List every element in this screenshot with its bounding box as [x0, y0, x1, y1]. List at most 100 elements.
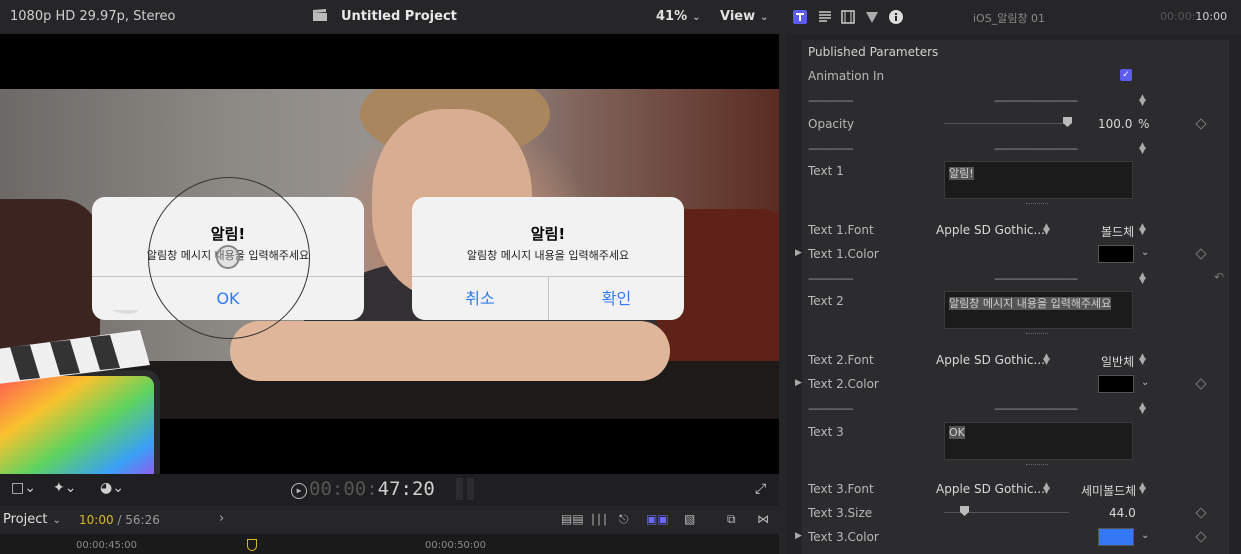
alert-title: 알림!: [530, 225, 566, 243]
disclosure-triangle-icon[interactable]: ▶: [795, 378, 802, 388]
stepper-icon[interactable]: ▲ ▼: [1139, 482, 1146, 496]
text3-label: Text 3: [808, 425, 844, 439]
clip-appearance-icon[interactable]: ▧: [684, 512, 695, 526]
pause-indicator: [456, 478, 476, 500]
final-cut-pro-logo: [0, 310, 160, 480]
timeline-time: 10:00 / 56:26: [79, 513, 160, 527]
format-label: 1080p HD 29.97p, Stereo: [10, 9, 176, 24]
duplicate-icon[interactable]: ⧉: [727, 512, 736, 527]
transform-tool-icon[interactable]: □⌄: [11, 480, 36, 496]
onscreen-control-center[interactable]: [216, 245, 240, 269]
chevron-down-icon[interactable]: ⌄: [1141, 530, 1149, 541]
viewer-header: 1080p HD 29.97p, Stereo Untitled Project…: [0, 0, 779, 34]
text2-field[interactable]: 알림창 메시지 내용을 입력해주세요: [944, 291, 1133, 329]
headphones-icon[interactable]: ⎋: [619, 512, 629, 527]
stepper-icon[interactable]: ▲ ▼: [1139, 94, 1146, 108]
text2-font-popup[interactable]: Apple SD Gothic...: [936, 353, 1045, 367]
chevron-down-icon: ⌄: [52, 515, 61, 526]
current-time: 10:00: [79, 513, 114, 527]
opacity-value[interactable]: 100.0: [1098, 117, 1132, 131]
clip-duration: 00:00:10:00: [1160, 10, 1227, 23]
dash-label: ---------------: [808, 142, 854, 155]
final-cut-pro-window: 1080p HD 29.97p, Stereo Untitled Project…: [0, 0, 1241, 554]
disclosure-triangle-icon[interactable]: ▶: [795, 531, 802, 541]
revert-icon[interactable]: ↶: [1214, 270, 1224, 284]
enhance-wand-icon[interactable]: ✦⌄: [53, 480, 76, 496]
view-label: View: [720, 9, 756, 24]
text1-weight-popup[interactable]: 볼드체: [1101, 223, 1134, 240]
text1-value: 알림!: [949, 167, 974, 180]
opacity-slider[interactable]: [944, 123, 1069, 124]
alert-cancel-button[interactable]: 취소: [412, 277, 548, 320]
project-label: Project: [3, 512, 48, 527]
inspector-pane: iOS_알림창 01 00:00:10:00 Published Paramet…: [786, 0, 1241, 554]
resize-grip[interactable]: [1026, 464, 1048, 466]
stepper-icon[interactable]: ▲ ▼: [1139, 353, 1146, 367]
text-inspector-icon[interactable]: [818, 10, 832, 24]
text2-weight-popup[interactable]: 일반체: [1101, 353, 1134, 370]
clip-skimming-icon[interactable]: ▤▤: [561, 512, 584, 526]
alert-confirm-button[interactable]: 확인: [549, 277, 684, 320]
project-title: Untitled Project: [341, 9, 457, 24]
text3-size-value[interactable]: 44.0: [1109, 506, 1136, 520]
animation-in-checkbox[interactable]: ✓: [1120, 69, 1132, 81]
filter-inspector-icon[interactable]: [865, 10, 879, 24]
clip-duration-dim: 00:00:: [1160, 10, 1196, 23]
stepper-icon[interactable]: ▲ ▼: [1043, 353, 1050, 367]
chevron-down-icon[interactable]: ⌄: [1141, 377, 1149, 388]
audio-waveform-icon[interactable]: ∣∣∣: [590, 512, 608, 526]
timecode-value: 47:20: [377, 478, 435, 500]
stepper-icon[interactable]: ▲ ▼: [1139, 272, 1146, 286]
text3-field[interactable]: OK: [944, 422, 1133, 460]
section-title: Published Parameters: [808, 45, 939, 59]
chevron-right-icon[interactable]: ›: [219, 511, 224, 526]
play-icon[interactable]: ▶: [291, 483, 307, 499]
text1-field[interactable]: 알림!: [944, 161, 1133, 199]
stepper-icon[interactable]: ▲ ▼: [1139, 223, 1146, 237]
alert-confirm: 알림! 알림창 메시지 내용을 입력해주세요 취소 확인: [412, 197, 684, 320]
resize-grip[interactable]: [1026, 203, 1048, 205]
transitions-icon[interactable]: ⋈: [757, 512, 769, 526]
fullscreen-icon[interactable]: ⤢: [755, 481, 766, 497]
stepper-icon[interactable]: ▲ ▼: [1139, 402, 1146, 416]
text1-color-swatch[interactable]: [1098, 245, 1134, 263]
text3-font-label: Text 3.Font: [808, 482, 874, 496]
project-menu[interactable]: Project ⌄: [3, 512, 61, 527]
resize-grip[interactable]: [1026, 333, 1048, 335]
duration: / 56:26: [117, 513, 160, 527]
timeline-ruler[interactable]: 00:00:45:00 00:00:50:00: [0, 534, 779, 554]
clip-name: iOS_알림창 01: [973, 12, 1046, 25]
text3-weight-popup[interactable]: 세미볼드체: [1081, 482, 1136, 499]
video-inspector-icon[interactable]: [841, 10, 855, 24]
dash-popup[interactable]: ----------------------------: [994, 94, 1078, 107]
disclosure-triangle-icon[interactable]: ▶: [795, 248, 802, 258]
dash-popup[interactable]: ----------------------------: [994, 272, 1078, 285]
boy-arms: [230, 321, 670, 381]
stepper-icon[interactable]: ▲ ▼: [1043, 223, 1050, 237]
timecode-display[interactable]: ▶ 00:00:47:20: [291, 478, 435, 500]
playhead[interactable]: [247, 539, 257, 551]
chevron-down-icon[interactable]: ⌄: [1141, 247, 1149, 258]
title-inspector-icon[interactable]: [793, 10, 807, 24]
retime-speed-icon[interactable]: ◕⌄: [100, 480, 124, 496]
stepper-icon[interactable]: ▲ ▼: [1043, 482, 1050, 496]
snapping-icon[interactable]: ▣▣: [646, 512, 669, 526]
pane-divider[interactable]: [779, 0, 786, 554]
text2-font-label: Text 2.Font: [808, 353, 874, 367]
alert-message: 알림창 메시지 내용을 입력해주세요: [466, 249, 630, 262]
stepper-icon[interactable]: ▲ ▼: [1139, 142, 1146, 156]
clip-duration-value: 10:00: [1195, 10, 1228, 23]
text3-color-swatch[interactable]: [1098, 528, 1134, 546]
info-inspector-icon[interactable]: [889, 10, 903, 24]
timecode-dim: 00:00:: [309, 478, 378, 500]
text2-color-swatch[interactable]: [1098, 375, 1134, 393]
view-menu[interactable]: View ⌄: [720, 9, 769, 24]
text1-font-label: Text 1.Font: [808, 223, 874, 237]
dash-label: ---------------: [808, 94, 854, 107]
text3-font-popup[interactable]: Apple SD Gothic...: [936, 482, 1045, 496]
zoom-menu[interactable]: 41% ⌄: [656, 9, 701, 24]
text1-font-popup[interactable]: Apple SD Gothic...: [936, 223, 1045, 237]
dash-popup[interactable]: ----------------------------: [994, 402, 1078, 415]
dash-popup[interactable]: ----------------------------: [994, 142, 1078, 155]
viewer-pane: 1080p HD 29.97p, Stereo Untitled Project…: [0, 0, 779, 554]
